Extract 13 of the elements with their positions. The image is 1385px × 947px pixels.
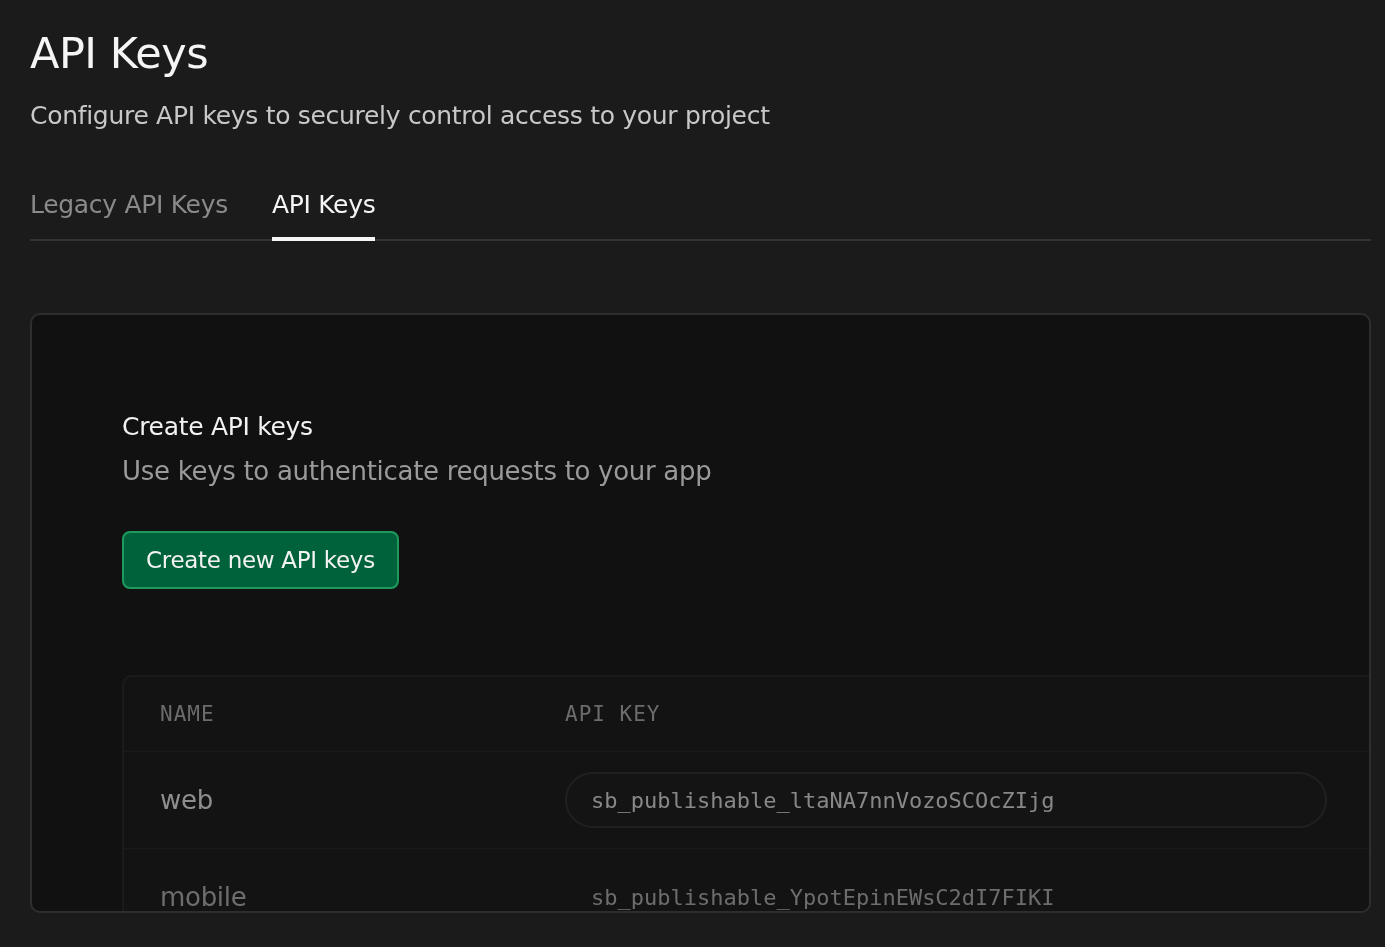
api-key-field[interactable]: sb_publishable_ltaNA7nnVozoSCOcZIjg	[565, 772, 1327, 828]
api-key-field[interactable]: sb_publishable_YpotEpinEWsC2dI7FIKI	[565, 869, 1327, 911]
create-keys-button[interactable]: Create new API keys	[122, 531, 399, 589]
page-subtitle: Configure API keys to securely control access to your project	[30, 100, 771, 132]
card-heading: Create API keys	[122, 411, 313, 443]
card-description: Use keys to authenticate requests to your app	[122, 455, 712, 488]
key-name: web	[160, 785, 214, 815]
column-header: API KEY	[565, 702, 662, 726]
tab[interactable]: API Keys	[271, 190, 376, 241]
page-title: API Keys	[30, 27, 210, 80]
tab[interactable]: Legacy API Keys	[30, 190, 228, 241]
column-header: NAME	[160, 702, 216, 726]
key-name: mobile	[160, 882, 248, 911]
